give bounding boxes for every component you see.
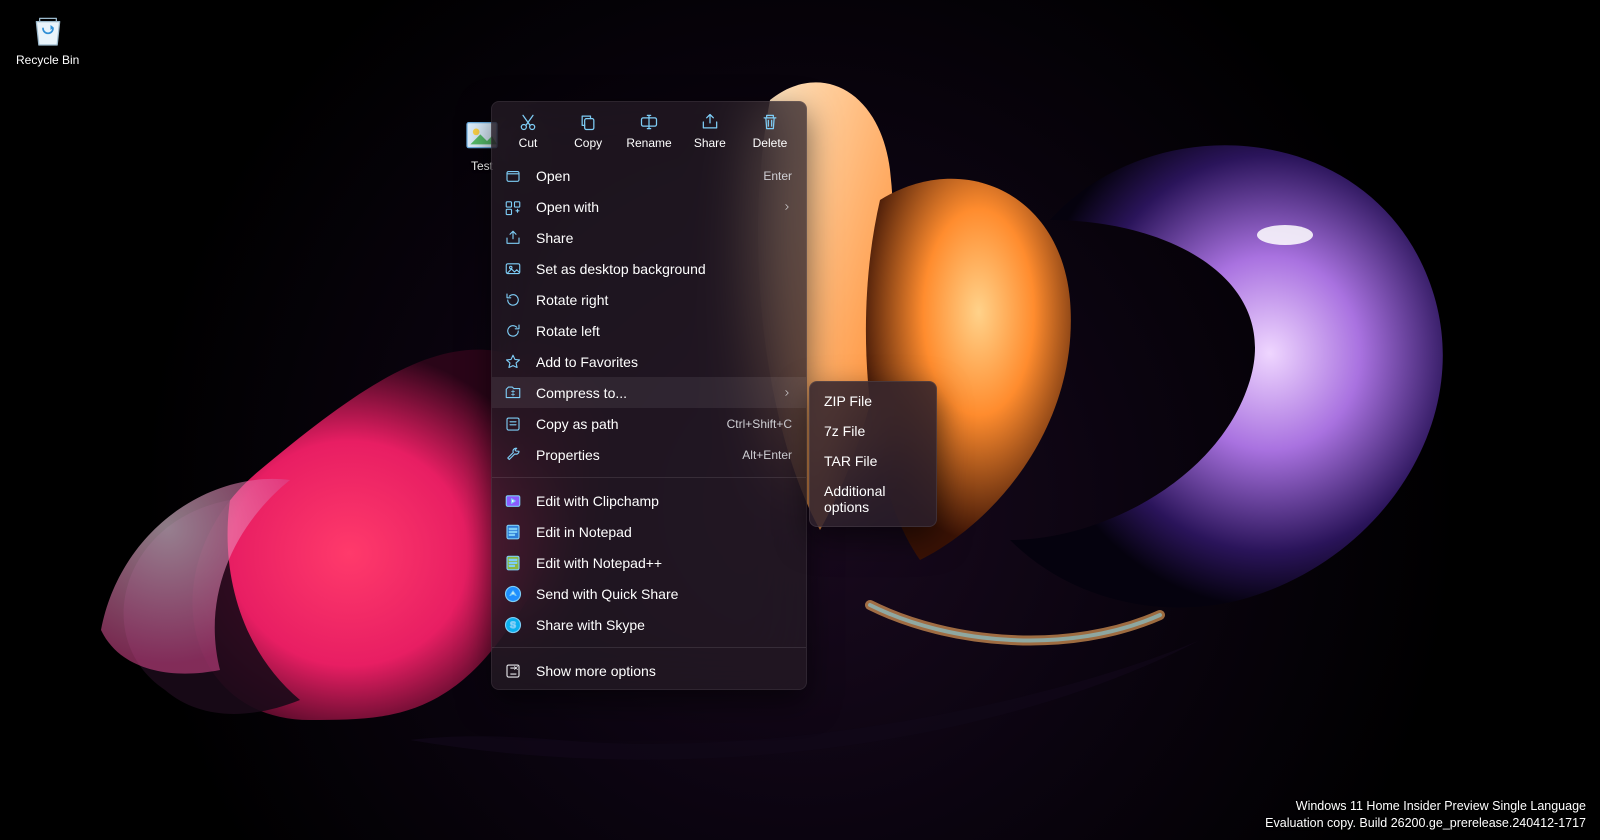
rotl-icon <box>504 322 522 340</box>
chevron-right-icon <box>782 199 792 215</box>
menu-item-label: Rotate left <box>536 323 792 339</box>
context-menu: Cut Copy Rename Share Delete OpenEnterOp… <box>491 101 807 690</box>
menu-item-label: Edit with Clipchamp <box>536 493 792 509</box>
submenu-item-0[interactable]: ZIP File <box>810 386 936 416</box>
share-label: Share <box>694 136 726 150</box>
menu-item-label: Set as desktop background <box>536 261 792 277</box>
desktop-icon-recycle-bin[interactable]: Recycle Bin <box>10 6 85 71</box>
rename-button[interactable]: Rename <box>620 108 677 156</box>
submenu-item-2[interactable]: TAR File <box>810 446 936 476</box>
menu-item-fav[interactable]: Add to Favorites <box>492 346 806 377</box>
menu-item-label: Share with Skype <box>536 617 792 633</box>
menu-item-label: Show more options <box>536 663 792 679</box>
menu-item-label: Properties <box>536 447 728 463</box>
menu-item-setbg[interactable]: Set as desktop background <box>492 253 806 284</box>
menu-item-openwith[interactable]: Open with <box>492 191 806 222</box>
desktop-icon-label: Test <box>471 159 493 173</box>
menu-item-label: Add to Favorites <box>536 354 792 370</box>
context-menu-app-items: Edit with Clipchamp Edit in Notepad Edit w… <box>492 482 806 643</box>
menu-item-props[interactable]: Properties Alt+Enter <box>492 439 806 470</box>
qshare-icon <box>504 585 522 603</box>
watermark-line-1: Windows 11 Home Insider Preview Single L… <box>1265 798 1586 815</box>
rename-label: Rename <box>626 136 671 150</box>
delete-label: Delete <box>753 136 788 150</box>
menu-item-share[interactable]: Share <box>492 222 806 253</box>
chevron-right-icon <box>782 385 792 401</box>
cut-button[interactable]: Cut <box>500 108 556 156</box>
menu-item-label: Open with <box>536 199 768 215</box>
more-options-icon <box>504 662 522 680</box>
menu-item-label: Share <box>536 230 792 246</box>
menu-item-rotl[interactable]: Rotate left <box>492 315 806 346</box>
menu-item-label: Open <box>536 168 749 184</box>
menu-item-label: Send with Quick Share <box>536 586 792 602</box>
menu-app-item-qshare[interactable]: Send with Quick Share <box>492 578 806 609</box>
menu-item-label: Rotate right <box>536 292 792 308</box>
rotr-icon <box>504 291 522 309</box>
menu-item-accelerator: Ctrl+Shift+C <box>727 417 792 431</box>
watermark-line-2: Evaluation copy. Build 26200.ge_prerelea… <box>1265 815 1586 832</box>
desktop-icon-label: Recycle Bin <box>16 53 79 67</box>
menu-item-label: Copy as path <box>536 416 713 432</box>
clip-icon <box>504 492 522 510</box>
compress-icon <box>504 384 522 402</box>
build-watermark: Windows 11 Home Insider Preview Single L… <box>1265 798 1586 832</box>
menu-item-open[interactable]: Open Enter <box>492 160 806 191</box>
menu-item-label: Edit in Notepad <box>536 524 792 540</box>
copy-button[interactable]: Copy <box>560 108 616 156</box>
compress-submenu: ZIP File7z FileTAR FileAdditional option… <box>809 381 937 527</box>
menu-separator <box>492 477 806 478</box>
copypath-icon <box>504 415 522 433</box>
skype-icon: S <box>504 616 522 634</box>
context-menu-items: Open Enter Open with Share Set as desktop ba… <box>492 157 806 473</box>
share-icon <box>504 229 522 247</box>
submenu-item-1[interactable]: 7z File <box>810 416 936 446</box>
menu-app-item-clip[interactable]: Edit with Clipchamp <box>492 485 806 516</box>
delete-button[interactable]: Delete <box>742 108 798 156</box>
fav-icon <box>504 353 522 371</box>
npp-icon <box>504 554 522 572</box>
open-icon <box>504 167 522 185</box>
menu-item-accelerator: Enter <box>763 169 792 183</box>
props-icon <box>504 446 522 464</box>
context-menu-top-row: Cut Copy Rename Share Delete <box>492 102 806 157</box>
menu-app-item-skype[interactable]: S Share with Skype <box>492 609 806 640</box>
recycle-bin-icon <box>28 10 68 50</box>
menu-item-rotr[interactable]: Rotate right <box>492 284 806 315</box>
submenu-item-3[interactable]: Additional options <box>810 476 936 522</box>
np-icon <box>504 523 522 541</box>
cut-label: Cut <box>519 136 538 150</box>
setbg-icon <box>504 260 522 278</box>
menu-app-item-np[interactable]: Edit in Notepad <box>492 516 806 547</box>
menu-item-label: Edit with Notepad++ <box>536 555 792 571</box>
menu-item-copypath[interactable]: Copy as path Ctrl+Shift+C <box>492 408 806 439</box>
context-menu-more: Show more options <box>492 652 806 689</box>
copy-label: Copy <box>574 136 602 150</box>
menu-app-item-npp[interactable]: Edit with Notepad++ <box>492 547 806 578</box>
menu-item-accelerator: Alt+Enter <box>742 448 792 462</box>
show-more-options[interactable]: Show more options <box>492 655 806 686</box>
menu-item-compress[interactable]: Compress to... <box>492 377 806 408</box>
menu-item-label: Compress to... <box>536 385 768 401</box>
openwith-icon <box>504 198 522 216</box>
menu-separator <box>492 647 806 648</box>
svg-text:S: S <box>510 620 516 630</box>
share-button[interactable]: Share <box>682 108 738 156</box>
desktop[interactable]: Recycle Bin Test Cut Copy Rename Share <box>0 0 1600 840</box>
